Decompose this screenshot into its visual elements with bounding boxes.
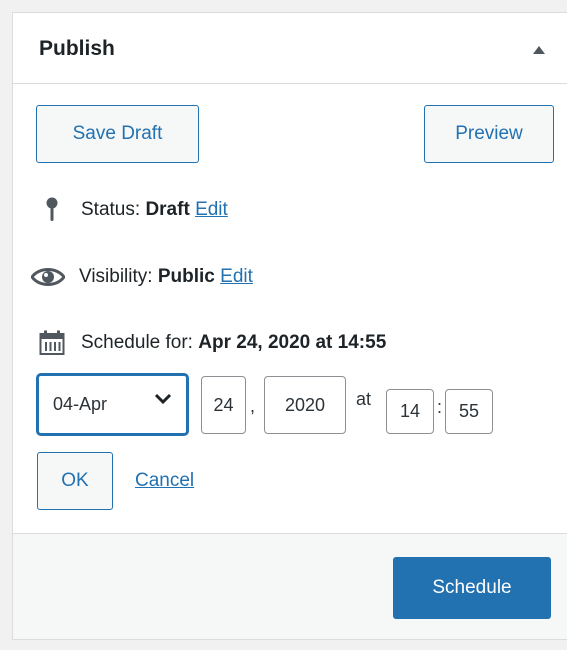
visibility-row: Visibility: Public Edit <box>31 264 253 290</box>
status-value: Draft <box>145 199 190 220</box>
at-label: at <box>356 389 372 409</box>
minute-input[interactable]: 55 <box>445 389 493 434</box>
preview-button[interactable]: Preview <box>424 105 554 163</box>
triangle-up-icon <box>533 46 545 54</box>
month-select-value: 04-Apr <box>53 394 108 414</box>
day-input[interactable]: 24 <box>201 376 246 434</box>
time-separator: : <box>437 397 443 417</box>
month-select[interactable]: 04-Apr <box>37 374 188 435</box>
schedule-button[interactable]: Schedule <box>393 557 551 619</box>
collapse-toggle[interactable] <box>529 40 549 60</box>
chevron-down-icon <box>154 389 172 410</box>
status-label: Status: <box>81 199 141 220</box>
visibility-value: Public <box>157 266 215 287</box>
eye-icon <box>31 264 65 290</box>
visibility-edit-link[interactable]: Edit <box>220 265 253 289</box>
calendar-icon <box>39 330 65 356</box>
panel-header: Publish <box>13 13 567 84</box>
schedule-value: Apr 24, 2020 at 14:55 <box>198 332 387 353</box>
schedule-row: Schedule for: Apr 24, 2020 at 14:55 <box>39 330 386 356</box>
panel-footer: Schedule <box>13 533 567 639</box>
pin-icon <box>39 197 65 223</box>
save-draft-button[interactable]: Save Draft <box>36 105 199 163</box>
visibility-label: Visibility: <box>79 266 153 287</box>
status-row: Status: Draft Edit <box>39 197 228 223</box>
ok-button[interactable]: OK <box>37 452 113 510</box>
publish-panel: Publish Save Draft Preview Status: Draft… <box>12 12 567 640</box>
cancel-link[interactable]: Cancel <box>135 470 194 492</box>
year-input[interactable]: 2020 <box>264 376 346 434</box>
day-separator: , <box>250 396 256 416</box>
panel-title: Publish <box>39 37 115 60</box>
status-edit-link[interactable]: Edit <box>195 198 228 222</box>
hour-input[interactable]: 14 <box>386 389 434 434</box>
schedule-label: Schedule for: <box>81 332 193 353</box>
